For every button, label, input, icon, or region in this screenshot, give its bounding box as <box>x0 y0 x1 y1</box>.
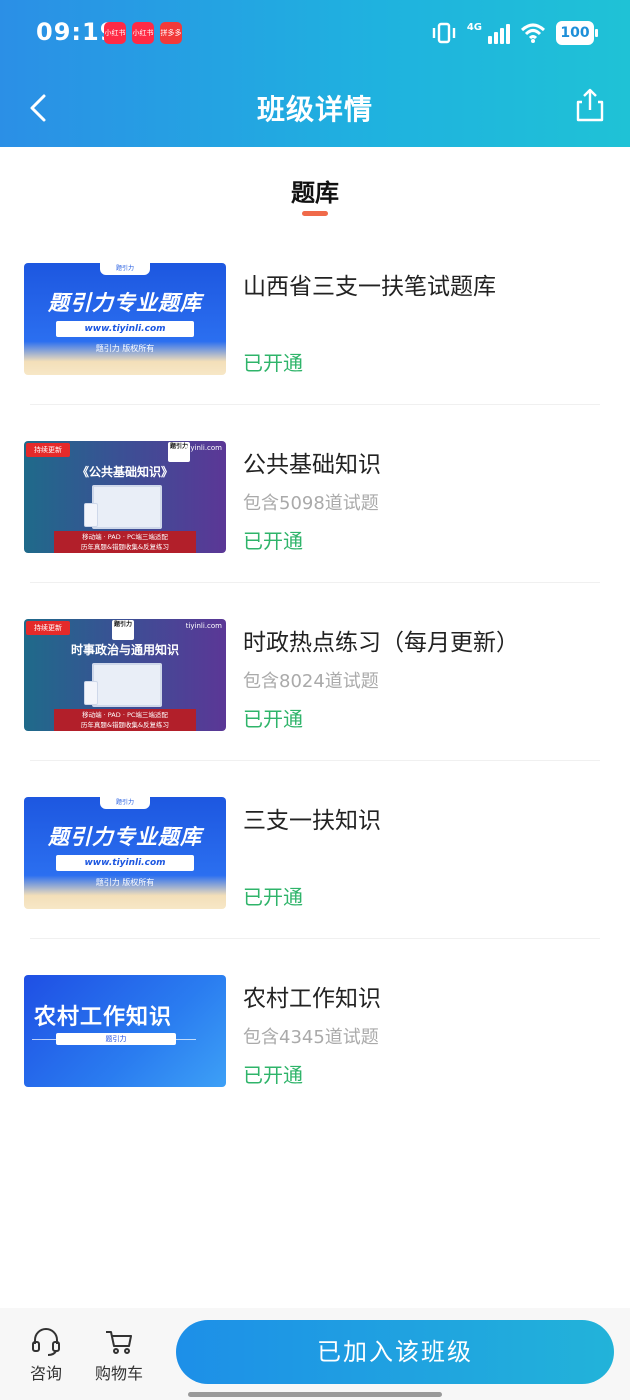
joined-class-button[interactable]: 已加入该班级 <box>176 1320 614 1384</box>
header: 09:19 小红书 小红书 拼多多 4G 100 班级详情 <box>0 0 630 147</box>
thumbnail-url: www.tiyinli.com <box>56 855 194 871</box>
thumbnail-title: 《公共基础知识》 <box>76 465 173 479</box>
thumbnail-brand: tiyinli.com <box>185 444 222 452</box>
status-icons: 4G 100 <box>431 20 598 46</box>
item-question-count: 包含4345道试题 <box>243 1027 379 1048</box>
thumbnail-caption: 题引力 版权所有 <box>95 878 155 887</box>
banner-line: 移动端 · PAD · PC端三端适配 <box>82 711 168 719</box>
list-item[interactable]: 题引力 题引力专业题库 www.tiyinli.com 题引力 版权所有 三支一… <box>0 761 630 939</box>
list-item[interactable]: 持续更新 题引力 tiyinli.com 《公共基础知识》 移动端 · PAD … <box>0 405 630 583</box>
cart-icon <box>106 1331 132 1354</box>
item-thumbnail: 题引力 题引力专业题库 www.tiyinli.com 题引力 版权所有 <box>24 797 226 909</box>
phone-illustration <box>84 681 98 705</box>
list-item[interactable]: 农村工作知识 题引力 农村工作知识 包含4345道试题 已开通 <box>0 939 630 1117</box>
monitor-illustration <box>92 663 162 707</box>
list-item[interactable]: 持续更新 题引力 tiyinli.com 时事政治与通用知识 移动端 · PAD… <box>0 583 630 761</box>
signal-icon <box>488 22 510 44</box>
item-status: 已开通 <box>243 1063 303 1087</box>
cart-label: 购物车 <box>94 1364 143 1383</box>
thumbnail-banner: 移动端 · PAD · PC端三端适配 历年真题&错题收集&反复练习 <box>54 709 196 731</box>
thumbnail-tag: 持续更新 <box>26 443 70 457</box>
thumbnail-caption: 题引力 版权所有 <box>95 344 155 353</box>
thumbnail-tag: 持续更新 <box>26 621 70 635</box>
brand-logo: 题引力 <box>100 797 150 809</box>
phone-illustration <box>84 503 98 527</box>
share-icon[interactable] <box>572 86 608 126</box>
question-bank-list: 题引力 题引力专业题库 www.tiyinli.com 题引力 版权所有 山西省… <box>0 227 630 1117</box>
wifi-icon <box>520 23 546 43</box>
monitor-illustration <box>92 485 162 529</box>
app-notification-icon: 小红书 <box>132 22 154 44</box>
list-item[interactable]: 题引力 题引力专业题库 www.tiyinli.com 题引力 版权所有 山西省… <box>0 227 630 405</box>
thumbnail-title: 题引力专业题库 <box>48 825 202 849</box>
item-question-count: 包含8024道试题 <box>243 671 379 692</box>
thumbnail-brand-bar: 题引力 <box>56 1033 176 1045</box>
app-notification-icon: 小红书 <box>104 22 126 44</box>
thumbnail-title: 题引力专业题库 <box>48 291 202 315</box>
banner-line: 移动端 · PAD · PC端三端适配 <box>82 533 168 541</box>
item-thumbnail: 题引力 题引力专业题库 www.tiyinli.com 题引力 版权所有 <box>24 263 226 375</box>
brand-logo: 题引力 <box>100 263 150 275</box>
item-status: 已开通 <box>243 351 303 375</box>
banner-line: 历年真题&错题收集&反复练习 <box>80 543 170 551</box>
item-title: 公共基础知识 <box>243 452 381 478</box>
tab-bar: 题库 <box>0 147 630 227</box>
status-bar: 09:19 小红书 小红书 拼多多 4G 100 <box>0 0 630 70</box>
banner-line: 历年真题&错题收集&反复练习 <box>80 721 170 729</box>
item-status: 已开通 <box>243 707 303 731</box>
thumbnail-brand: tiyinli.com <box>185 622 222 630</box>
item-thumbnail: 持续更新 题引力 tiyinli.com 《公共基础知识》 移动端 · PAD … <box>24 441 226 553</box>
thumbnail-title: 农村工作知识 <box>34 1005 173 1030</box>
item-status: 已开通 <box>243 529 303 553</box>
vibrate-icon <box>432 22 456 44</box>
tab-indicator <box>302 211 328 216</box>
item-question-count: 包含5098道试题 <box>243 493 379 514</box>
item-title: 农村工作知识 <box>243 986 381 1012</box>
item-status: 已开通 <box>243 885 303 909</box>
headset-icon <box>32 1328 60 1356</box>
item-title: 三支一扶知识 <box>243 808 381 834</box>
item-title: 山西省三支一扶笔试题库 <box>243 274 496 300</box>
page-title: 班级详情 <box>256 93 373 126</box>
home-indicator[interactable] <box>188 1392 442 1397</box>
thumbnail-banner: 移动端 · PAD · PC端三端适配 历年真题&错题收集&反复练习 <box>54 531 196 553</box>
navbar: 班级详情 <box>0 70 630 147</box>
bottom-action-bar: 咨询 购物车 已加入该班级 <box>0 1308 630 1400</box>
item-thumbnail: 持续更新 题引力 tiyinli.com 时事政治与通用知识 移动端 · PAD… <box>24 619 226 731</box>
battery-icon: 100 <box>556 21 598 45</box>
cart-button[interactable]: 购物车 <box>90 1328 148 1384</box>
tab-question-bank[interactable]: 题库 <box>0 173 630 208</box>
thumbnail-url: www.tiyinli.com <box>56 321 194 337</box>
network-type: 4G <box>466 21 482 33</box>
thumbnail-title: 时事政治与通用知识 <box>70 643 179 657</box>
app-notification-icon: 拼多多 <box>160 22 182 44</box>
item-thumbnail: 农村工作知识 题引力 <box>24 975 226 1087</box>
consult-label: 咨询 <box>29 1364 62 1383</box>
consult-button[interactable]: 咨询 <box>24 1328 68 1384</box>
item-title: 时政热点练习（每月更新） <box>243 630 519 656</box>
brand-logo: 题引力 <box>112 620 134 640</box>
